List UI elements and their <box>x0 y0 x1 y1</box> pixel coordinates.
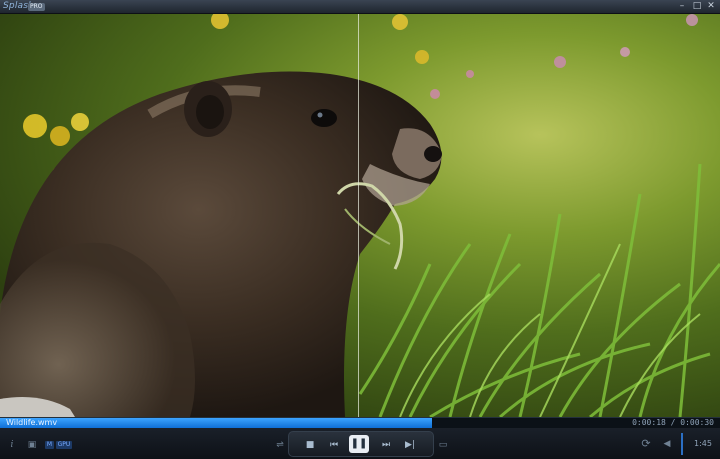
clock-display: 1:45 <box>694 439 712 448</box>
video-area[interactable] <box>0 14 720 417</box>
frame-step-button[interactable]: ▶| <box>401 438 419 452</box>
file-name: Wildlife.wmv <box>6 418 58 427</box>
control-bar: i ▣ M GPU ⇌ ■ ⏮ ❚❚ ⏭ ▶| ▭ ⟳ ◀ 1:45 <box>0 428 720 459</box>
repeat-icon[interactable]: ⟳ <box>640 438 652 450</box>
seek-progress <box>0 418 432 428</box>
info-icon[interactable]: i <box>8 439 16 451</box>
previous-button[interactable]: ⏮ <box>325 438 343 452</box>
marmot <box>0 71 442 417</box>
maximize-button[interactable]: □ <box>691 1 703 12</box>
title-bar: Splash PRO – □ ✕ <box>0 0 720 14</box>
equalizer-icon[interactable]: ⇌ <box>275 439 285 451</box>
video-frame <box>0 14 720 417</box>
next-button[interactable]: ⏭ <box>377 438 395 452</box>
open-file-icon[interactable]: ▭ <box>438 439 448 451</box>
grass-blades <box>358 163 720 417</box>
stop-button[interactable]: ■ <box>301 438 319 452</box>
compare-split-line[interactable] <box>358 14 359 417</box>
transport-controls: ■ ⏮ ❚❚ ⏭ ▶| <box>288 431 434 457</box>
volume-slider[interactable] <box>681 433 683 455</box>
seek-bar[interactable]: Wildlife.wmv 0:00:18 / 0:00:30 <box>0 417 720 428</box>
m-toggle-button[interactable]: M <box>45 441 54 449</box>
minimize-button[interactable]: – <box>676 1 688 12</box>
close-button[interactable]: ✕ <box>705 1 717 12</box>
app-edition-badge: PRO <box>28 3 45 11</box>
pause-button[interactable]: ❚❚ <box>349 435 369 453</box>
time-display: 0:00:18 / 0:00:30 <box>632 418 714 427</box>
gpu-toggle-button[interactable]: GPU <box>56 441 72 449</box>
camera-icon[interactable]: ▣ <box>26 439 38 451</box>
volume-icon[interactable]: ◀ <box>661 438 673 450</box>
